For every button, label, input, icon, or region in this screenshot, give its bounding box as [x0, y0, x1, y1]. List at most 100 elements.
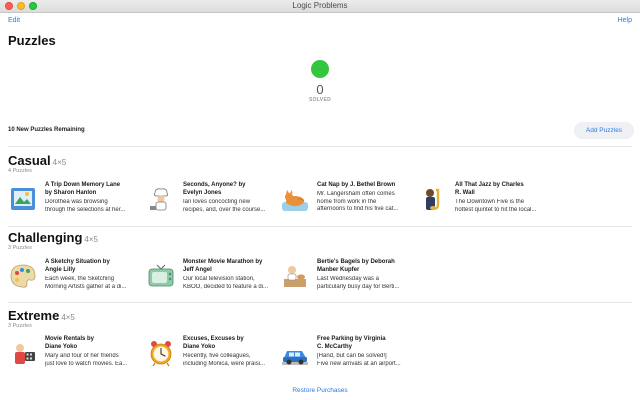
puzzle-description: Recently, five colleagues, including Moni… [183, 353, 279, 368]
restore-purchases-button[interactable]: Restore Purchases [0, 387, 640, 394]
puzzle-description-line: including Monica, were praisi... [183, 360, 266, 367]
puzzle-description: Mr. Langersham often comes home from work… [317, 191, 413, 214]
puzzle-description-line: particularly busy day for Berti... [317, 283, 400, 290]
puzzle-card[interactable]: Movie Rentals by Diane Yoko Mary and four… [8, 336, 141, 376]
puzzle-title: Bertie's Bagels by Deborah Manber Kupfer [317, 259, 413, 274]
section-title-extreme: Extreme 4×5 [8, 308, 75, 323]
page-title: Puzzles [8, 33, 56, 48]
puzzle-title-line: by Sharon Hanlon [45, 189, 97, 196]
puzzle-title-line: R. Wall [455, 189, 475, 196]
puzzle-description-line: recipes, and, over the course... [183, 206, 266, 213]
puzzle-description: The Downtown Five is the hottest quintet … [455, 199, 551, 214]
puzzle-description-line: Last Wednesday was a [317, 276, 379, 282]
puzzle-description-line: Mr. Langersham often comes [317, 191, 395, 197]
puzzle-card[interactable]: Monster Movie Marathon by Jeff Angel Our … [146, 259, 279, 299]
puzzle-description: [Hand, but can be solved!] Five new arriv… [317, 353, 413, 368]
palette-icon [10, 264, 36, 288]
puzzle-card[interactable]: A Sketchy Situation by Angie Lilly Each w… [8, 259, 141, 299]
puzzle-description: Ian loves concocting new recipes, and, ov… [183, 199, 279, 214]
section-title-challenging: Challenging 4×5 [8, 230, 98, 245]
puzzle-description: Each week, the Sketching Morning Artists … [45, 276, 141, 291]
edit-button[interactable]: Edit [8, 17, 20, 24]
puzzle-description: Our local television station, KBOO, decid… [183, 276, 279, 291]
television-icon [148, 264, 174, 287]
puzzle-description-line: just love to watch movies. Ea... [45, 360, 128, 367]
puzzle-card[interactable]: Cat Nap by J. Bethel Brown Mr. Langersha… [280, 182, 413, 222]
puzzle-description: Dorothea was browsing through the selecti… [45, 199, 141, 214]
remaining-puzzles-text: 10 New Puzzles Remaining [8, 127, 85, 133]
puzzle-description-line: KBOO, decided to feature a di... [183, 283, 269, 290]
section-name: Casual [8, 153, 51, 168]
puzzle-title-line: Seconds, Anyone? by [183, 182, 246, 188]
photo-album-icon [11, 188, 35, 210]
section-count: 3 Puzzles [8, 245, 32, 251]
puzzle-title: Free Parking by Virginia C. McCarthy [317, 336, 413, 351]
puzzle-description-line: Each week, the Sketching [45, 276, 115, 282]
puzzle-title-line: A Trip Down Memory Lane [45, 182, 121, 188]
grid-size: 4×5 [52, 158, 67, 167]
help-button[interactable]: Help [618, 17, 632, 24]
divider [8, 302, 632, 303]
puzzle-description-line: Mary and four of her friends [45, 353, 119, 359]
puzzle-title-line: Angie Lilly [45, 266, 76, 273]
section-name: Challenging [8, 230, 83, 245]
puzzle-description-line: Our local television station, [183, 276, 255, 282]
bagel-shop-icon [284, 266, 306, 287]
divider [8, 146, 632, 147]
grid-size: 4×5 [61, 313, 75, 322]
puzzle-description-line: Morning Artists gather at a di... [45, 283, 127, 290]
puzzle-title: A Trip Down Memory Lane by Sharon Hanlon [45, 182, 141, 197]
puzzle-title: Seconds, Anyone? by Evelyn Jones [183, 182, 279, 197]
cat-icon [282, 190, 308, 211]
puzzle-title-line: C. McCarthy [317, 343, 353, 350]
puzzle-description-line: The Downtown Five is the [455, 199, 525, 205]
divider [8, 226, 632, 227]
puzzle-title-line: Cat Nap by J. Bethel Brown [317, 182, 396, 188]
grid-size: 4×5 [84, 235, 98, 244]
puzzle-description-line: hottest quintet to hit the local... [455, 206, 537, 213]
section-count: 4 Puzzles [8, 168, 32, 174]
puzzle-description-line: Recently, five colleagues, [183, 353, 251, 359]
puzzle-title: All That Jazz by Charles R. Wall [455, 182, 551, 197]
window-title: Logic Problems [292, 1, 348, 10]
solved-label: SOLVED [309, 97, 331, 103]
section-title-casual: Casual 4×5 [8, 153, 66, 168]
solved-indicator [311, 60, 329, 78]
saxophone-icon [426, 188, 440, 210]
puzzle-title-line: Free Parking by Virginia [317, 336, 386, 342]
puzzle-description-line: Dorothea was browsing [45, 199, 108, 205]
puzzle-card[interactable]: Bertie's Bagels by Deborah Manber Kupfer … [280, 259, 413, 299]
puzzle-description: Last Wednesday was a particularly busy da… [317, 276, 413, 291]
puzzle-title-line: Manber Kupfer [317, 266, 360, 273]
puzzle-title: A Sketchy Situation by Angie Lilly [45, 259, 141, 274]
solved-count: 0 [316, 82, 324, 97]
puzzle-description-line: Ian loves concocting new [183, 199, 251, 205]
puzzle-title-line: Diane Yoko [183, 343, 216, 350]
car-icon [282, 351, 308, 365]
film-reel-icon [15, 344, 35, 364]
puzzle-description-line: afternoons to find his five cat... [317, 206, 399, 212]
puzzle-card[interactable]: Seconds, Anyone? by Evelyn Jones Ian love… [146, 182, 279, 222]
puzzle-card[interactable]: Excuses, Excuses by Diane Yoko Recently, … [146, 336, 279, 376]
puzzle-title-line: Movie Rentals by [45, 336, 95, 342]
puzzle-card[interactable]: Free Parking by Virginia C. McCarthy [Han… [280, 336, 413, 376]
puzzle-title: Movie Rentals by Diane Yoko [45, 336, 141, 351]
puzzle-description-line: Five new arrivals at an airport... [317, 360, 401, 367]
puzzle-card[interactable]: All That Jazz by Charles R. Wall The Down… [418, 182, 551, 222]
puzzle-card[interactable]: A Trip Down Memory Lane by Sharon Hanlon … [8, 182, 141, 222]
puzzle-title-line: All That Jazz by Charles [455, 182, 524, 188]
alarm-clock-icon [150, 341, 172, 367]
title-bar: Logic Problems [0, 0, 640, 13]
puzzle-title-line: A Sketchy Situation by [45, 259, 110, 265]
puzzle-title-line: Diane Yoko [45, 343, 78, 350]
add-puzzles-button[interactable]: Add Puzzles [574, 122, 634, 139]
section-count: 3 Puzzles [8, 323, 32, 329]
puzzle-title: Excuses, Excuses by Diane Yoko [183, 336, 279, 351]
chef-icon [150, 188, 169, 211]
puzzle-description: Mary and four of her friends just love to… [45, 353, 141, 368]
puzzle-description-line: [Hand, but can be solved!] [317, 353, 387, 359]
puzzle-title: Monster Movie Marathon by Jeff Angel [183, 259, 279, 274]
puzzle-title-line: Evelyn Jones [183, 189, 222, 196]
puzzle-title-line: Bertie's Bagels by Deborah [317, 259, 395, 265]
puzzle-description-line: through the selections at her... [45, 206, 126, 213]
